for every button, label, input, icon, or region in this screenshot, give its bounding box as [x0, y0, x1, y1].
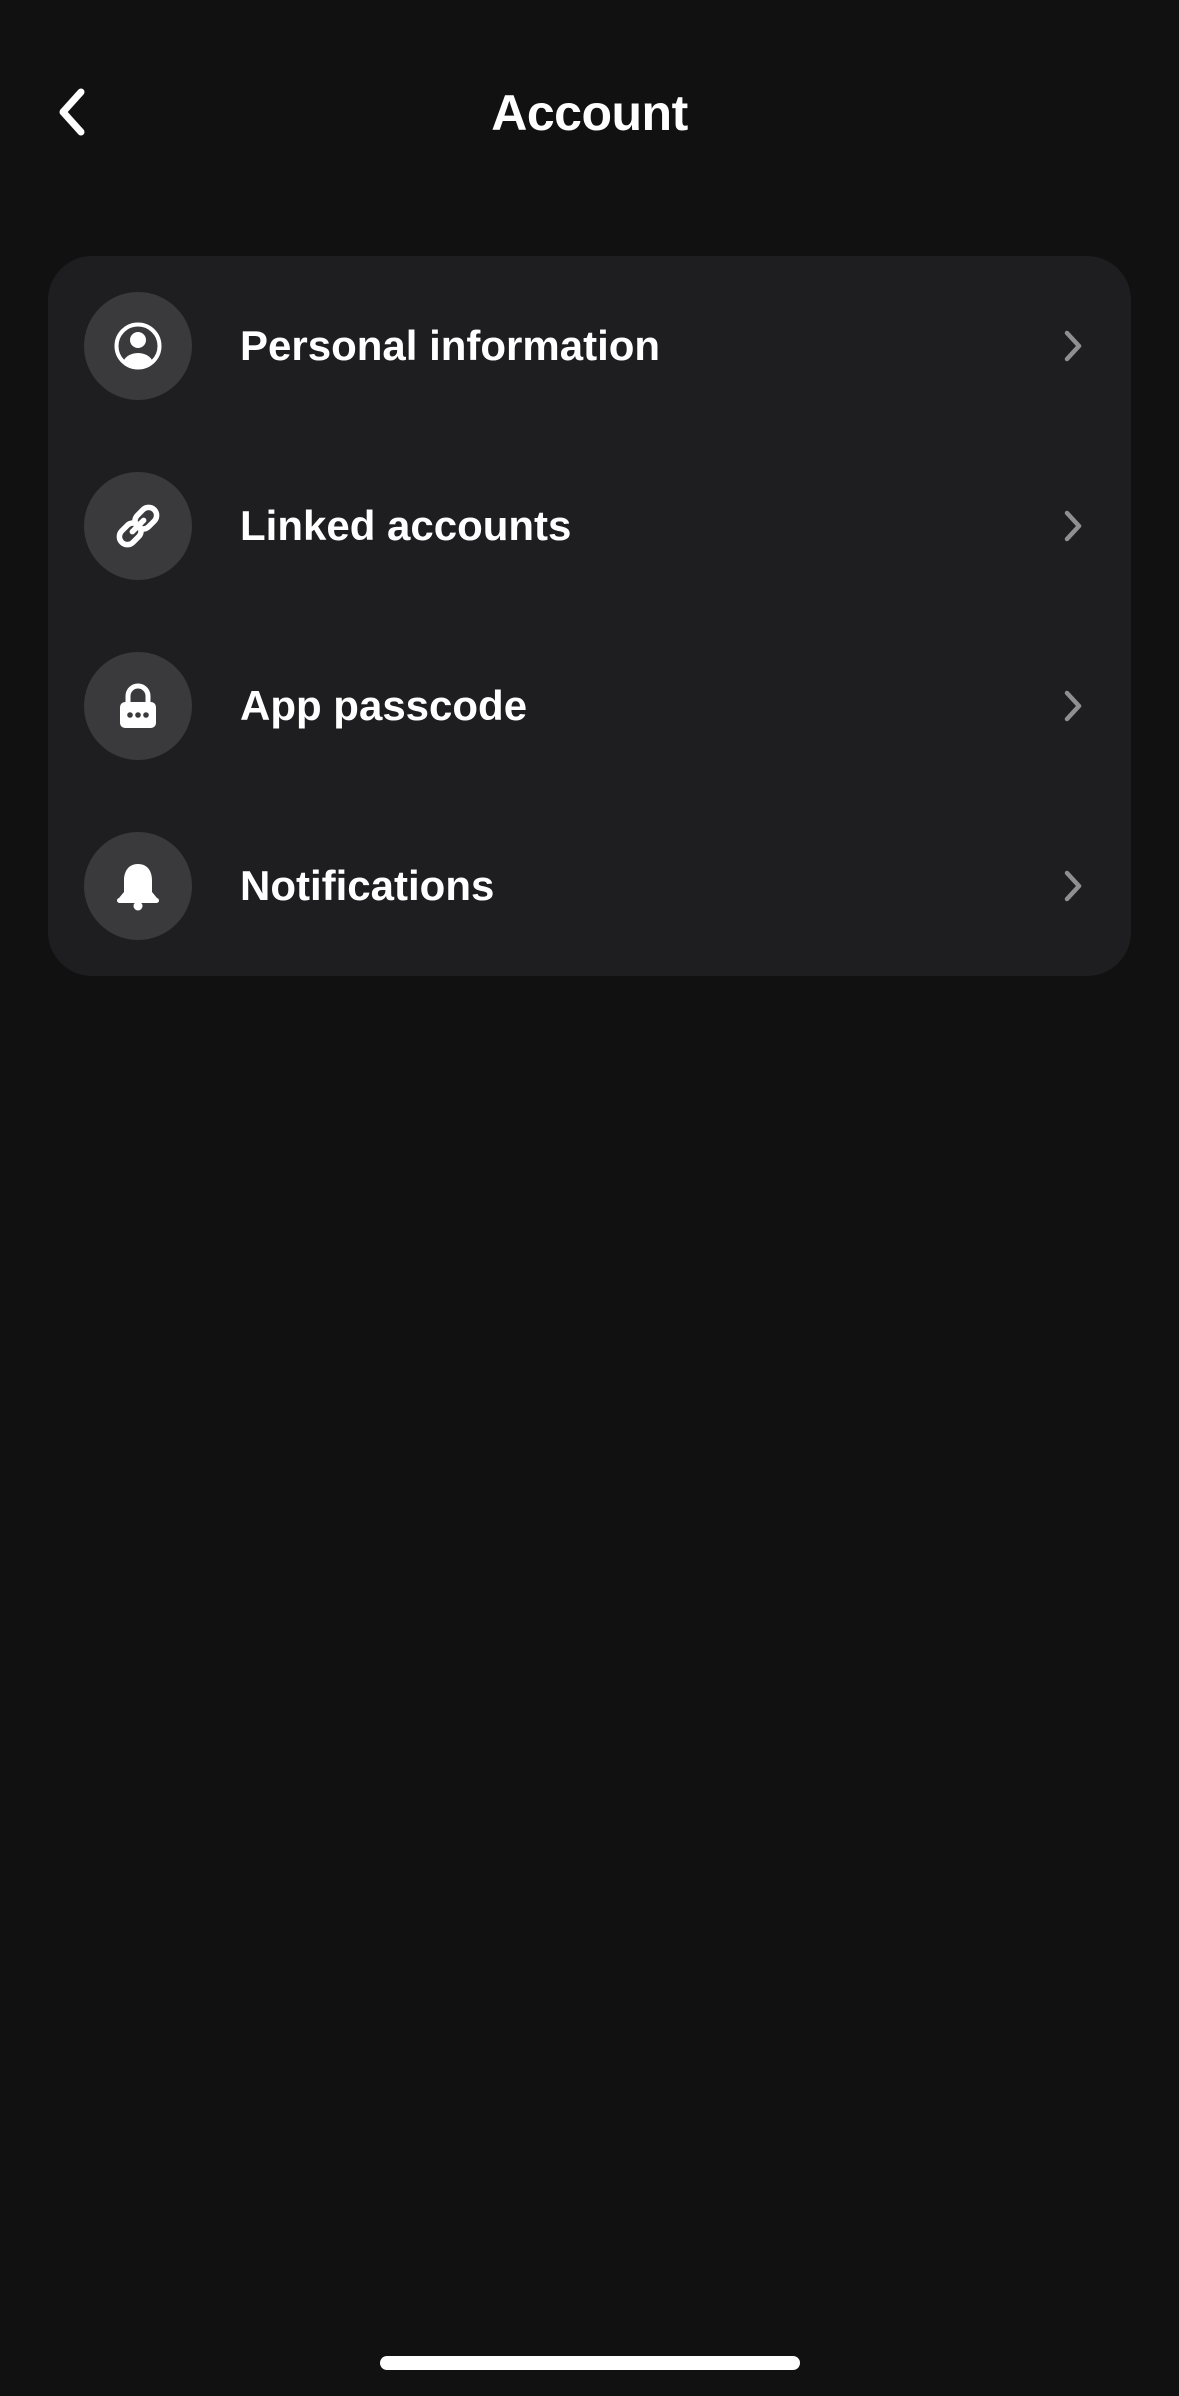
bell-icon	[84, 832, 192, 940]
menu-item-label: Linked accounts	[240, 502, 572, 549]
page-title: Account	[491, 85, 688, 141]
menu-item-linked-accounts[interactable]: Linked accounts	[48, 436, 1131, 616]
menu-item-app-passcode[interactable]: App passcode	[48, 616, 1131, 796]
chevron-right-icon	[1051, 684, 1095, 728]
menu-item-notifications[interactable]: Notifications	[48, 796, 1131, 976]
chevron-right-icon	[1051, 504, 1095, 548]
menu-item-label: Notifications	[240, 862, 495, 909]
link-icon	[84, 472, 192, 580]
chevron-right-icon	[1051, 864, 1095, 908]
menu-item-personal-information[interactable]: Personal information	[48, 256, 1131, 436]
header: Account	[0, 0, 1179, 226]
menu-item-label: App passcode	[240, 682, 528, 729]
account-menu-card: Personal information Linked accounts App…	[48, 256, 1131, 976]
menu-item-label: Personal information	[240, 322, 661, 369]
home-indicator[interactable]	[380, 2356, 800, 2370]
lock-icon	[84, 652, 192, 760]
chevron-right-icon	[1051, 324, 1095, 368]
user-circle-icon	[84, 292, 192, 400]
